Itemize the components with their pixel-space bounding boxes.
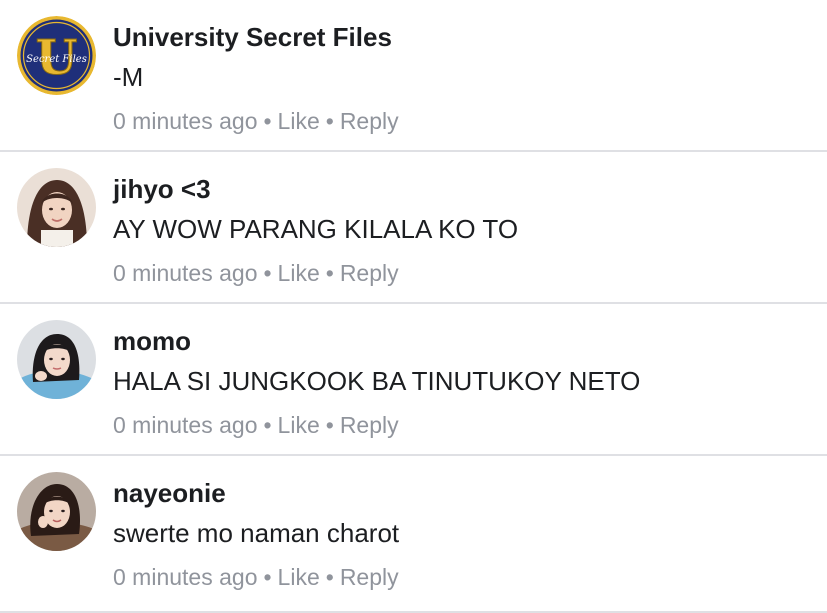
separator: • xyxy=(263,260,272,286)
like-button[interactable]: Like xyxy=(278,108,320,134)
like-button[interactable]: Like xyxy=(278,260,320,286)
comment-meta: 0 minutes ago • Like • Reply xyxy=(113,562,399,592)
avatar[interactable] xyxy=(17,320,96,399)
comment-text: swerte mo naman charot xyxy=(113,518,400,548)
comment-item: jihyo <3 AY WOW PARANG KILALA KO TO 0 mi… xyxy=(0,152,827,304)
profile-photo xyxy=(17,168,96,247)
comment-item: nayeonie swerte mo naman charot 0 minute… xyxy=(0,456,827,613)
comment-meta: 0 minutes ago • Like • Reply xyxy=(113,410,399,440)
separator: • xyxy=(325,260,334,286)
comment-meta: 0 minutes ago • Like • Reply xyxy=(113,258,399,288)
avatar[interactable] xyxy=(17,168,96,247)
comment-list: U Secret Files University Secret Files -… xyxy=(0,0,827,613)
comment-timestamp[interactable]: 0 minutes ago xyxy=(113,260,257,286)
reply-button[interactable]: Reply xyxy=(340,108,399,134)
separator: • xyxy=(263,412,272,438)
avatar[interactable] xyxy=(17,472,96,551)
comment-timestamp[interactable]: 0 minutes ago xyxy=(113,108,257,134)
profile-photo xyxy=(17,320,96,399)
comment-author[interactable]: University Secret Files xyxy=(113,20,392,54)
comment-timestamp[interactable]: 0 minutes ago xyxy=(113,564,257,590)
profile-photo xyxy=(17,472,96,551)
comment-text: AY WOW PARANG KILALA KO TO xyxy=(113,214,519,244)
like-button[interactable]: Like xyxy=(278,564,320,590)
comment-item: U Secret Files University Secret Files -… xyxy=(0,0,827,152)
comment-author[interactable]: momo xyxy=(113,324,191,358)
reply-button[interactable]: Reply xyxy=(340,260,399,286)
university-secret-files-logo: U Secret Files xyxy=(17,16,96,95)
comment-meta: 0 minutes ago • Like • Reply xyxy=(113,106,399,136)
separator: • xyxy=(263,564,272,590)
separator: • xyxy=(263,108,272,134)
reply-button[interactable]: Reply xyxy=(340,412,399,438)
comment-author[interactable]: nayeonie xyxy=(113,476,226,510)
separator: • xyxy=(325,108,334,134)
reply-button[interactable]: Reply xyxy=(340,564,399,590)
like-button[interactable]: Like xyxy=(278,412,320,438)
comment-timestamp[interactable]: 0 minutes ago xyxy=(113,412,257,438)
logo-script: Secret Files xyxy=(26,54,87,65)
comment-author[interactable]: jihyo <3 xyxy=(113,172,211,206)
comment-text: HALA SI JUNGKOOK BA TINUTUKOY NETO xyxy=(113,366,641,396)
comment-text: -M xyxy=(113,62,144,92)
avatar[interactable]: U Secret Files xyxy=(17,16,96,95)
separator: • xyxy=(325,564,334,590)
comment-item: momo HALA SI JUNGKOOK BA TINUTUKOY NETO … xyxy=(0,304,827,456)
separator: • xyxy=(325,412,334,438)
